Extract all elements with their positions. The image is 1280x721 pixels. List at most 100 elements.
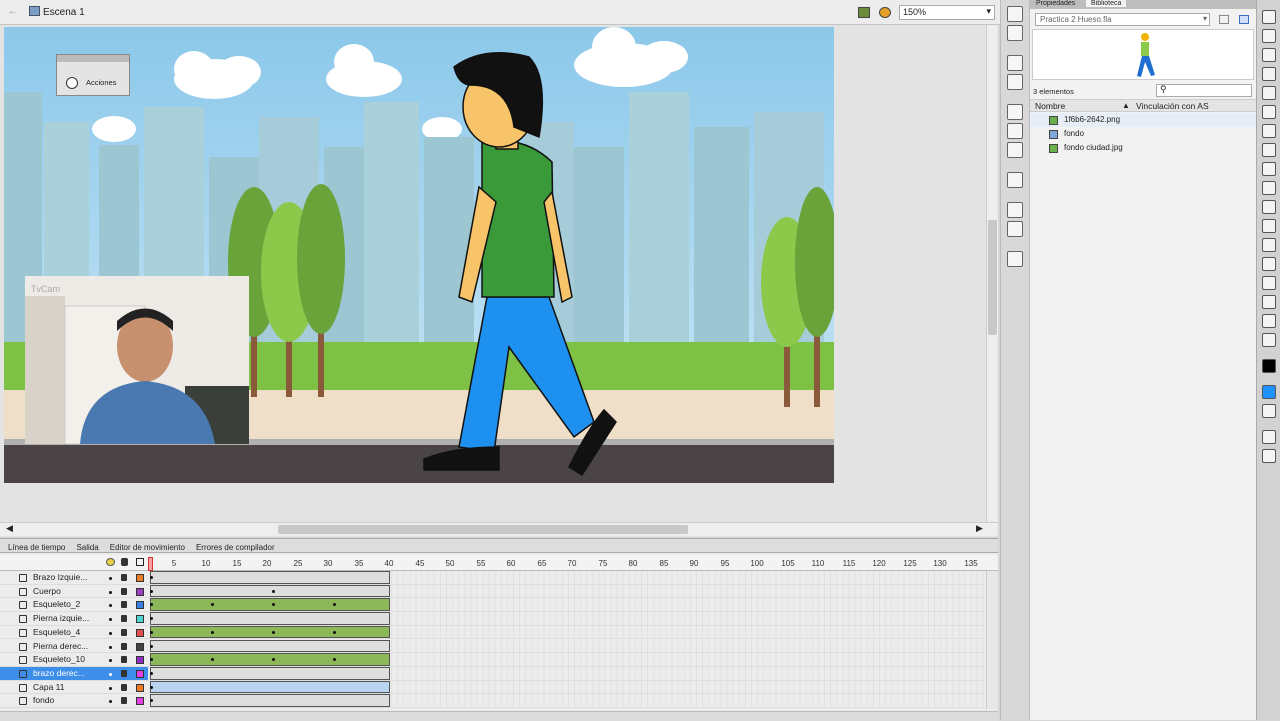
frame-row[interactable] xyxy=(148,571,984,585)
library-item[interactable]: 1f6b6-2642.png xyxy=(1030,113,1256,127)
layer-color-swatch[interactable] xyxy=(136,642,144,651)
lock-icon[interactable] xyxy=(121,683,127,691)
deco-tool-icon[interactable] xyxy=(1261,219,1276,233)
layer-row[interactable]: brazo derec... xyxy=(0,666,148,681)
layer-color-swatch[interactable] xyxy=(136,697,144,706)
frame-row[interactable] xyxy=(148,612,984,626)
keyframe-dot[interactable] xyxy=(272,630,275,634)
tab-library[interactable]: Biblioteca xyxy=(1086,0,1127,7)
visibility-dot[interactable] xyxy=(109,618,112,622)
tab-output[interactable]: Salida xyxy=(76,543,98,552)
eraser-tool-icon[interactable] xyxy=(1261,295,1276,309)
lock-icon[interactable] xyxy=(121,615,127,623)
frame-span[interactable] xyxy=(150,639,390,653)
frame-row[interactable] xyxy=(148,653,984,667)
keyframe-dot[interactable] xyxy=(272,589,275,593)
layer-name[interactable]: Esqueleto_4 xyxy=(33,627,80,637)
library-file-select[interactable]: Practica 2 Hueso.fla ▾ xyxy=(1035,13,1210,26)
vertical-scrollbar[interactable] xyxy=(986,25,998,522)
frame-span[interactable] xyxy=(150,625,390,639)
layer-name[interactable]: Pierna izquie... xyxy=(33,613,89,623)
layer-name[interactable]: Esqueleto_2 xyxy=(33,599,80,609)
fill-color-swatch[interactable] xyxy=(1261,385,1276,399)
layer-color-swatch[interactable] xyxy=(136,683,144,692)
frame-span[interactable] xyxy=(150,680,390,694)
edit-scene-icon[interactable] xyxy=(858,7,870,18)
swap-colors-icon[interactable] xyxy=(1261,404,1276,418)
library-panel-icon[interactable] xyxy=(1007,123,1023,139)
frame-row[interactable] xyxy=(148,694,984,708)
horizontal-scroll-thumb[interactable] xyxy=(278,525,688,534)
lock-icon[interactable] xyxy=(121,574,127,581)
layer-name[interactable]: Esqueleto_10 xyxy=(33,654,85,664)
tab-timeline[interactable]: Línea de tiempo xyxy=(8,543,65,552)
layer-row[interactable]: Esqueleto_2 xyxy=(0,598,148,613)
layer-name[interactable]: Capa 11 xyxy=(33,682,65,692)
back-arrow-icon[interactable]: ← xyxy=(8,6,18,17)
library-search[interactable]: ⚲ xyxy=(1156,84,1252,97)
line-tool-icon[interactable] xyxy=(1261,143,1276,157)
timeline-vscroll[interactable] xyxy=(986,571,998,709)
components-panel-icon[interactable] xyxy=(1007,142,1023,158)
layer-name[interactable]: brazo derec... xyxy=(33,668,85,678)
layer-row[interactable]: Brazo Izquie... xyxy=(0,571,148,585)
layer-color-swatch[interactable] xyxy=(136,656,144,665)
frame-span[interactable] xyxy=(150,666,390,680)
visibility-dot[interactable] xyxy=(109,577,112,580)
zoom-tool-icon[interactable] xyxy=(1261,333,1276,347)
layer-color-swatch[interactable] xyxy=(136,628,144,637)
layer-row[interactable]: Capa 11 xyxy=(0,681,148,695)
tab-properties[interactable]: Propiedades xyxy=(1036,0,1075,7)
frame-span[interactable] xyxy=(150,584,390,598)
horizontal-scrollbar[interactable]: ◀ ▶ xyxy=(0,522,998,536)
library-item[interactable]: fondo ciudad.jpg xyxy=(1030,141,1256,155)
free-transform-tool-icon[interactable] xyxy=(1261,48,1276,62)
snap-to-objects-icon[interactable] xyxy=(1261,430,1276,444)
column-linkage[interactable]: Vinculación con AS xyxy=(1136,101,1209,111)
smooth-icon[interactable] xyxy=(1261,449,1276,463)
stroke-color-swatch[interactable] xyxy=(1261,359,1276,373)
eye-icon[interactable] xyxy=(106,558,115,566)
pin-icon[interactable] xyxy=(1219,15,1229,24)
visibility-dot[interactable] xyxy=(109,631,112,635)
lasso-tool-icon[interactable] xyxy=(1261,86,1276,100)
layer-color-swatch[interactable] xyxy=(136,574,144,582)
visibility-dot[interactable] xyxy=(109,686,112,690)
visibility-dot[interactable] xyxy=(109,700,112,704)
frame-row[interactable] xyxy=(148,584,984,599)
color-panel-icon[interactable] xyxy=(1007,6,1023,22)
scroll-left-icon[interactable]: ◀ xyxy=(6,523,13,534)
layer-row[interactable]: Cuerpo xyxy=(0,585,148,599)
layer-name[interactable]: Brazo Izquie... xyxy=(33,572,87,582)
visibility-dot[interactable] xyxy=(109,590,112,594)
frame-span[interactable] xyxy=(150,571,390,584)
visibility-dot[interactable] xyxy=(109,672,112,676)
edit-symbols-icon[interactable] xyxy=(879,7,891,18)
layer-color-swatch[interactable] xyxy=(136,615,144,624)
subselection-tool-icon[interactable] xyxy=(1261,29,1276,43)
keyframe-dot[interactable] xyxy=(150,630,153,634)
swatches-panel-icon[interactable] xyxy=(1007,25,1023,41)
transform-panel-icon[interactable] xyxy=(1007,74,1023,90)
pencil-tool-icon[interactable] xyxy=(1261,181,1276,195)
code-snippets-icon[interactable] xyxy=(1007,202,1023,218)
outline-icon[interactable] xyxy=(136,558,144,566)
lock-icon[interactable] xyxy=(121,628,127,636)
scene-panel-icon[interactable] xyxy=(1007,251,1023,267)
frame-row[interactable] xyxy=(148,598,984,613)
rectangle-tool-icon[interactable] xyxy=(1261,162,1276,176)
tab-motion-editor[interactable]: Editor de movimiento xyxy=(110,543,185,552)
scroll-right-icon[interactable]: ▶ xyxy=(976,523,983,534)
eyedropper-tool-icon[interactable] xyxy=(1261,276,1276,290)
new-library-icon[interactable] xyxy=(1239,15,1249,24)
brush-tool-icon[interactable] xyxy=(1261,200,1276,214)
scene-label[interactable]: Escena 1 xyxy=(43,7,85,18)
lock-icon[interactable] xyxy=(121,669,127,677)
lock-icon[interactable] xyxy=(121,656,127,664)
keyframe-dot[interactable] xyxy=(150,685,153,689)
hand-tool-icon[interactable] xyxy=(1261,314,1276,328)
visibility-dot[interactable] xyxy=(109,659,112,663)
lock-icon[interactable] xyxy=(121,601,127,609)
layer-name[interactable]: Pierna derec... xyxy=(33,641,88,651)
lock-icon[interactable] xyxy=(121,558,128,566)
